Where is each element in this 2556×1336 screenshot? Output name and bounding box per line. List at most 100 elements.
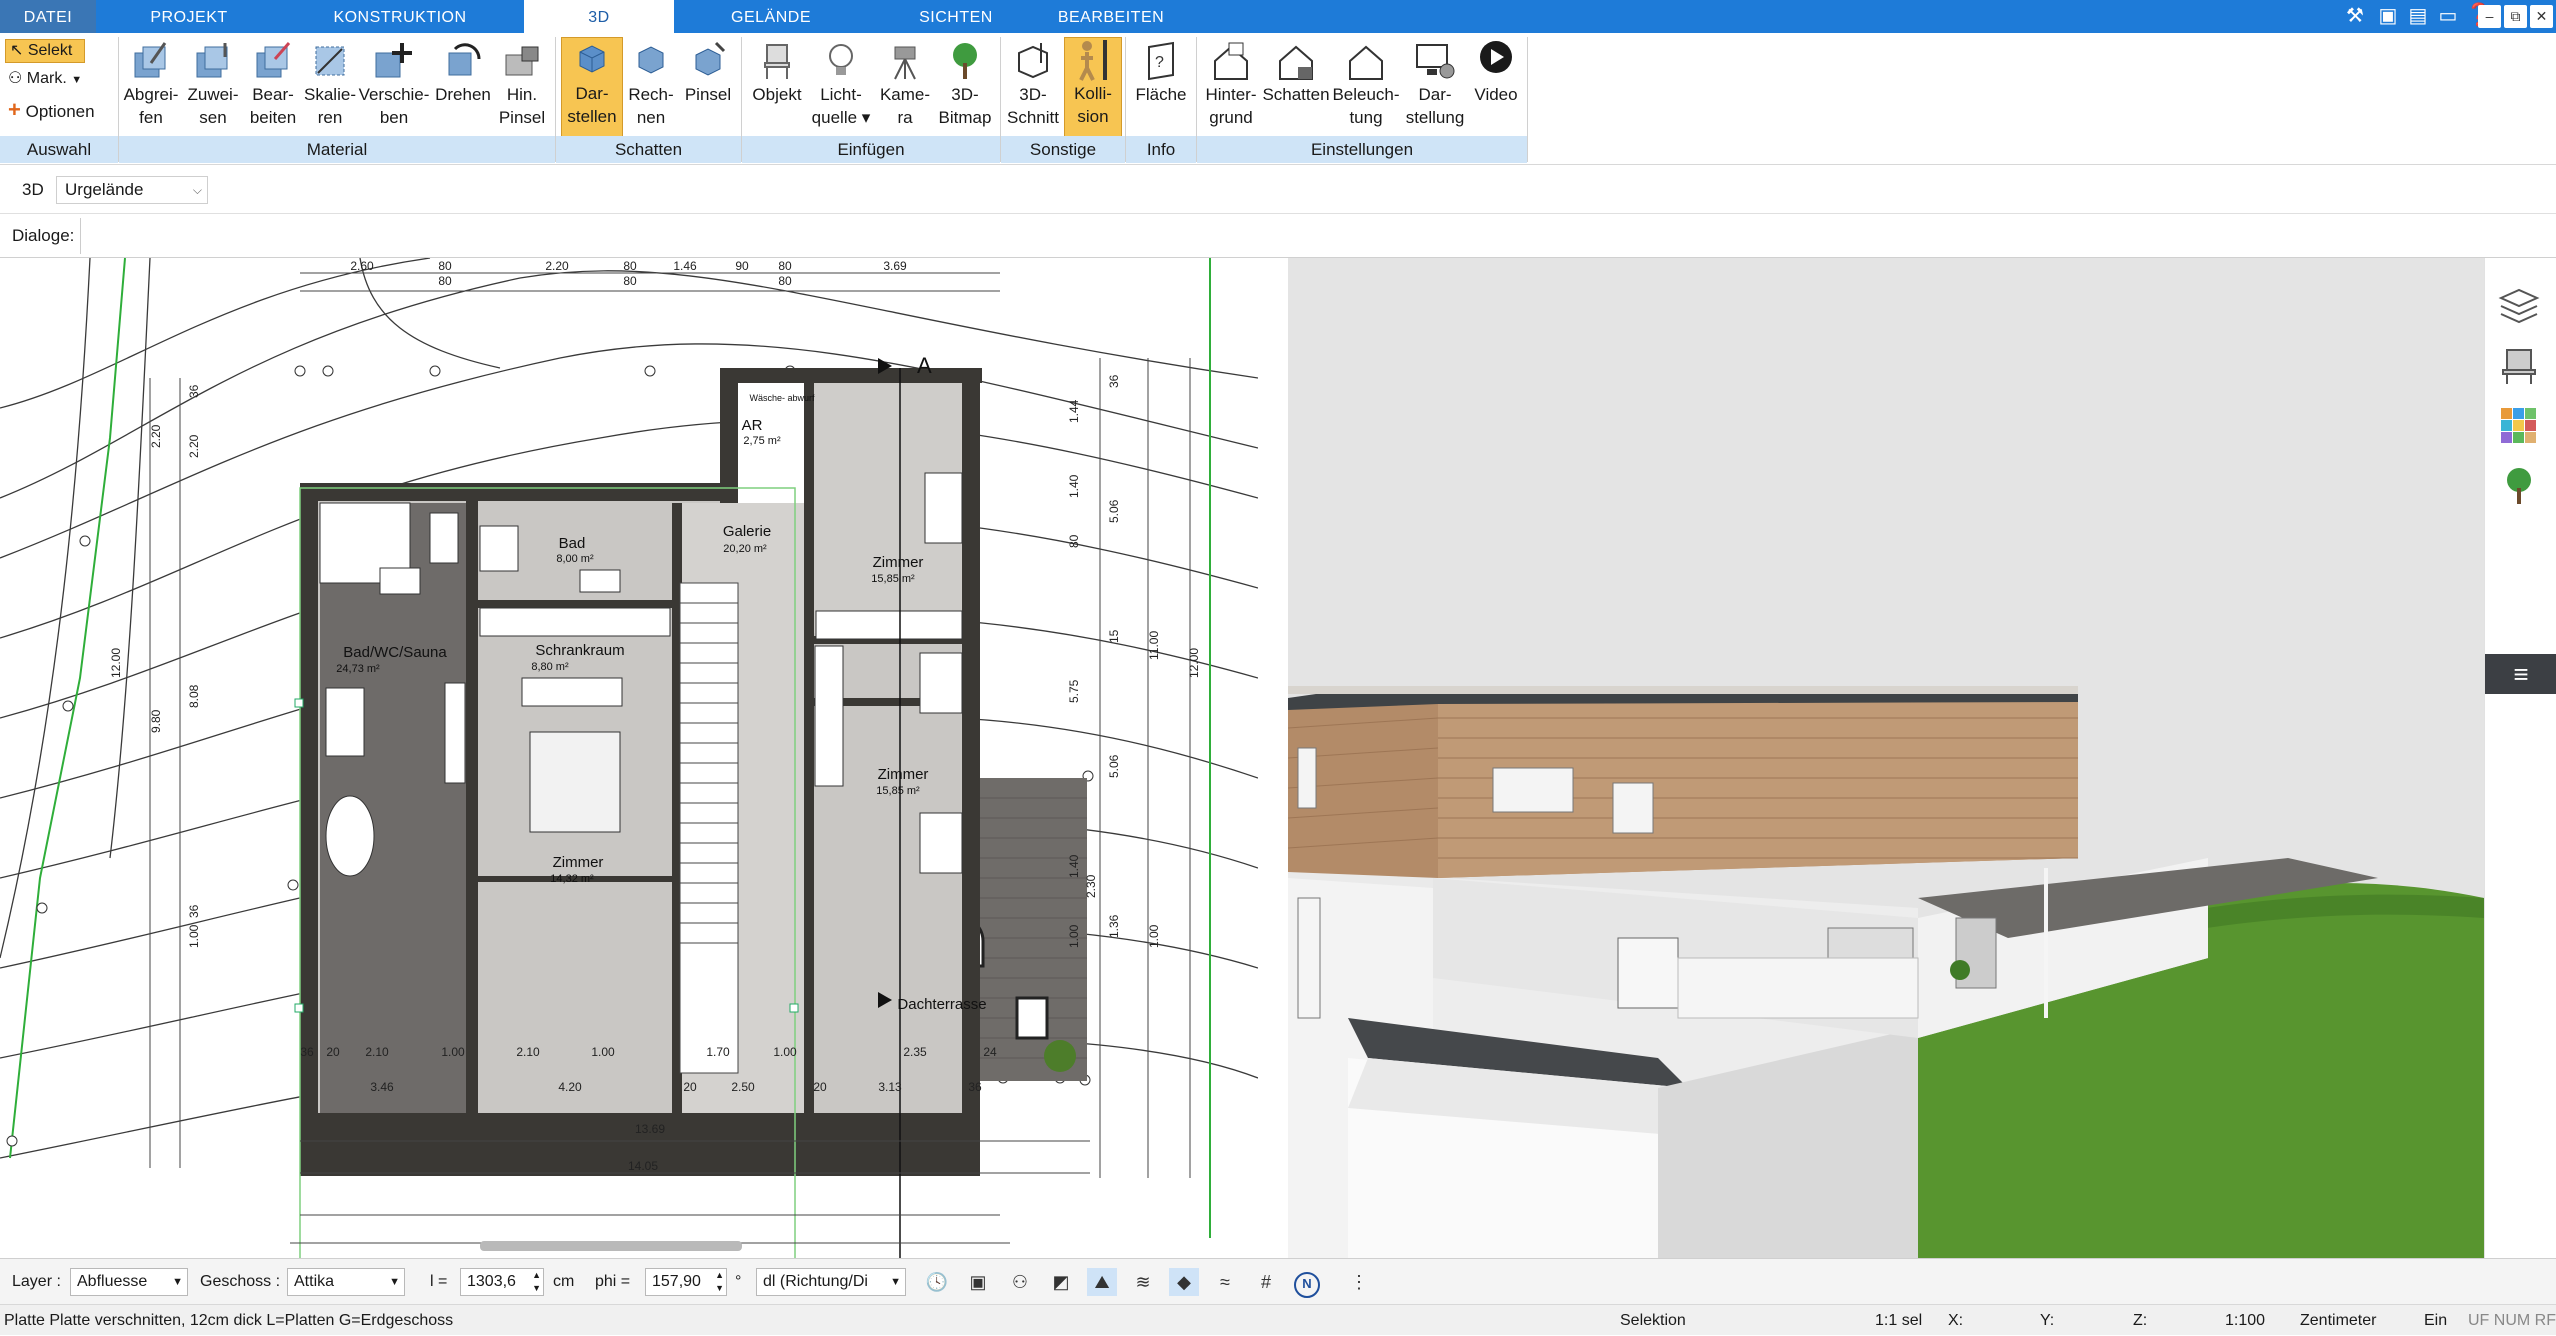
video-button[interactable]: Video [1472, 39, 1520, 106]
lighting-button[interactable]: Beleuch- tung [1332, 39, 1400, 129]
length-input[interactable]: 1303,6 ▲ ▼ [460, 1268, 544, 1296]
scale-material-button[interactable]: Skalie- ren [302, 39, 358, 129]
light-source-button[interactable]: Licht- quelle ▾ [808, 39, 874, 129]
layers-icon[interactable] [2497, 284, 2541, 328]
texture-icon[interactable]: ≋ [1128, 1268, 1158, 1296]
tab-projekt[interactable]: PROJEKT [96, 0, 282, 33]
furniture-icon[interactable] [2497, 344, 2541, 388]
terrain-icon[interactable]: ⛰ [1087, 1268, 1117, 1296]
tools-icon[interactable]: ⚒ [2343, 4, 2367, 28]
bed [529, 731, 621, 833]
group-auswahl: Auswahl [0, 136, 118, 163]
tab-konstruktion[interactable]: KONSTRUKTION [282, 0, 518, 33]
grid-icon[interactable]: # [1251, 1268, 1281, 1296]
select-button[interactable]: ↖ Selekt [5, 39, 85, 63]
svg-text:1.70: 1.70 [706, 1045, 730, 1059]
desk [919, 812, 963, 874]
move-material-button[interactable]: Verschie- ben [358, 39, 430, 129]
svg-text:20: 20 [683, 1080, 697, 1094]
button-label-line1: Beleuch- [1332, 85, 1400, 104]
tab-datei[interactable]: DATEI [0, 0, 96, 33]
shadow-settings-button[interactable]: Schatten [1262, 39, 1330, 106]
edit-material-button[interactable]: Bear- beiten [244, 39, 302, 129]
minimize-icon[interactable]: – [2478, 5, 2501, 28]
plane-icon[interactable]: ◆ [1169, 1268, 1199, 1296]
house-light-icon [1349, 45, 1383, 80]
horizontal-scrollbar[interactable] [480, 1241, 742, 1251]
wave-icon[interactable]: ≈ [1210, 1268, 1240, 1296]
svg-text:2.20: 2.20 [545, 259, 569, 273]
ribbon: ↖ Selekt ⚇ Mark. ▼ + Optionen Auswahl Ab… [0, 33, 2556, 165]
button-label-line1: 3D- [1019, 85, 1047, 104]
mark-button[interactable]: ⚇ Mark. ▼ [8, 68, 98, 92]
play-icon [1480, 41, 1512, 73]
tab-gelaende[interactable]: GELÄNDE [674, 0, 868, 33]
floor-plan-view[interactable]: Bad 8,00 m² Galerie 20,20 m² AR 2,75 m² … [0, 258, 1258, 1258]
more-icon[interactable]: ⋮ [1344, 1268, 1374, 1296]
folder-icon[interactable]: ▣ [2376, 4, 2400, 28]
show-shadow-button[interactable]: Dar- stellen [561, 37, 623, 137]
materials-icon[interactable] [2497, 404, 2541, 448]
svg-text:9.80: 9.80 [149, 709, 163, 733]
3d-bitmap-button[interactable]: 3D- Bitmap [934, 39, 996, 129]
layer-select[interactable]: Abfluesse ▼ [70, 1268, 188, 1296]
walk-icon[interactable]: ⚇ [1005, 1268, 1035, 1296]
mark-label: Mark. [26, 70, 67, 87]
3d-view[interactable] [1288, 258, 2484, 1258]
stepper-icon[interactable]: ▲ ▼ [715, 1269, 724, 1295]
direction-select[interactable]: dl (Richtung/Di ▼ [756, 1268, 906, 1296]
shadow-brush-icon [695, 41, 726, 76]
restore-icon[interactable]: ⧉ [2504, 5, 2527, 28]
geschoss-label: Geschoss : [200, 1273, 281, 1290]
wardrobe [479, 607, 671, 637]
collision-button[interactable]: Kolli- sion [1064, 37, 1122, 137]
rotate-material-button[interactable]: Drehen [430, 39, 496, 106]
status-x: X: [1948, 1312, 1964, 1329]
terrain-select[interactable]: Urgelände ⌵ [56, 176, 208, 204]
camera-button[interactable]: Kame- ra [876, 39, 934, 129]
assign-material-button[interactable]: Zuwei- sen [183, 39, 243, 129]
3d-section-button[interactable]: 3D- Schnitt [1004, 39, 1062, 129]
display-icon[interactable]: ▣ [963, 1268, 993, 1296]
menu-toggle[interactable]: ≡ [2485, 654, 2556, 694]
chevron-down-icon: ▼ [890, 1276, 901, 1288]
button-label-line2: nen [636, 108, 666, 127]
close-icon[interactable]: ✕ [2530, 5, 2553, 28]
tab-3d[interactable]: 3D [524, 0, 674, 34]
monitor-icon[interactable]: ▭ [2436, 4, 2460, 28]
room-area: 8,80 m² [531, 661, 569, 673]
button-label-line2: beiten [249, 108, 297, 127]
edit-material-icon [256, 42, 291, 78]
pick-material-button[interactable]: Abgrei- fen [120, 39, 182, 129]
hint-brush-button[interactable]: Hin. Pinsel [496, 39, 548, 129]
calculate-shadow-button[interactable]: Rech- nen [623, 39, 679, 129]
camera-icon [894, 46, 916, 80]
display-settings-button[interactable]: Dar- stellung [1400, 39, 1470, 129]
area-button[interactable]: ? Fläche [1132, 39, 1190, 106]
shadow-brush-button[interactable]: Pinsel [680, 39, 736, 106]
length-value: 1303,6 [467, 1273, 516, 1290]
options-button[interactable]: + Optionen [8, 98, 113, 124]
button-label-line1: Skalie- [304, 85, 356, 104]
geschoss-select[interactable]: Attika ▼ [287, 1268, 405, 1296]
floor-plan-canvas[interactable]: Bad 8,00 m² Galerie 20,20 m² AR 2,75 m² … [0, 258, 1258, 1258]
svg-text:5.75: 5.75 [1067, 679, 1081, 703]
tab-sichten[interactable]: SICHTEN [868, 0, 1044, 33]
window-layout-icon[interactable]: ▤ [2406, 4, 2430, 28]
3d-canvas[interactable] [1288, 258, 2484, 1258]
stepper-icon[interactable]: ▲ ▼ [532, 1269, 541, 1295]
svg-text:36: 36 [187, 384, 201, 398]
north-icon[interactable]: N [1292, 1268, 1322, 1298]
phi-value: 157,90 [652, 1273, 701, 1290]
phi-input[interactable]: 157,90 ▲ ▼ [645, 1268, 727, 1296]
svg-text:80: 80 [778, 274, 792, 288]
clock-icon[interactable]: 🕓 [922, 1268, 952, 1296]
insert-object-button[interactable]: Objekt [748, 39, 806, 106]
svg-text:2.60: 2.60 [350, 259, 374, 273]
button-label-line1: Zuwei- [187, 85, 239, 104]
svg-text:8.08: 8.08 [187, 684, 201, 708]
plants-icon[interactable] [2497, 464, 2541, 508]
background-button[interactable]: Hinter- grund [1200, 39, 1262, 129]
tab-bearbeiten[interactable]: BEARBEITEN [1044, 0, 1178, 33]
paint-icon[interactable]: ◩ [1046, 1268, 1076, 1296]
